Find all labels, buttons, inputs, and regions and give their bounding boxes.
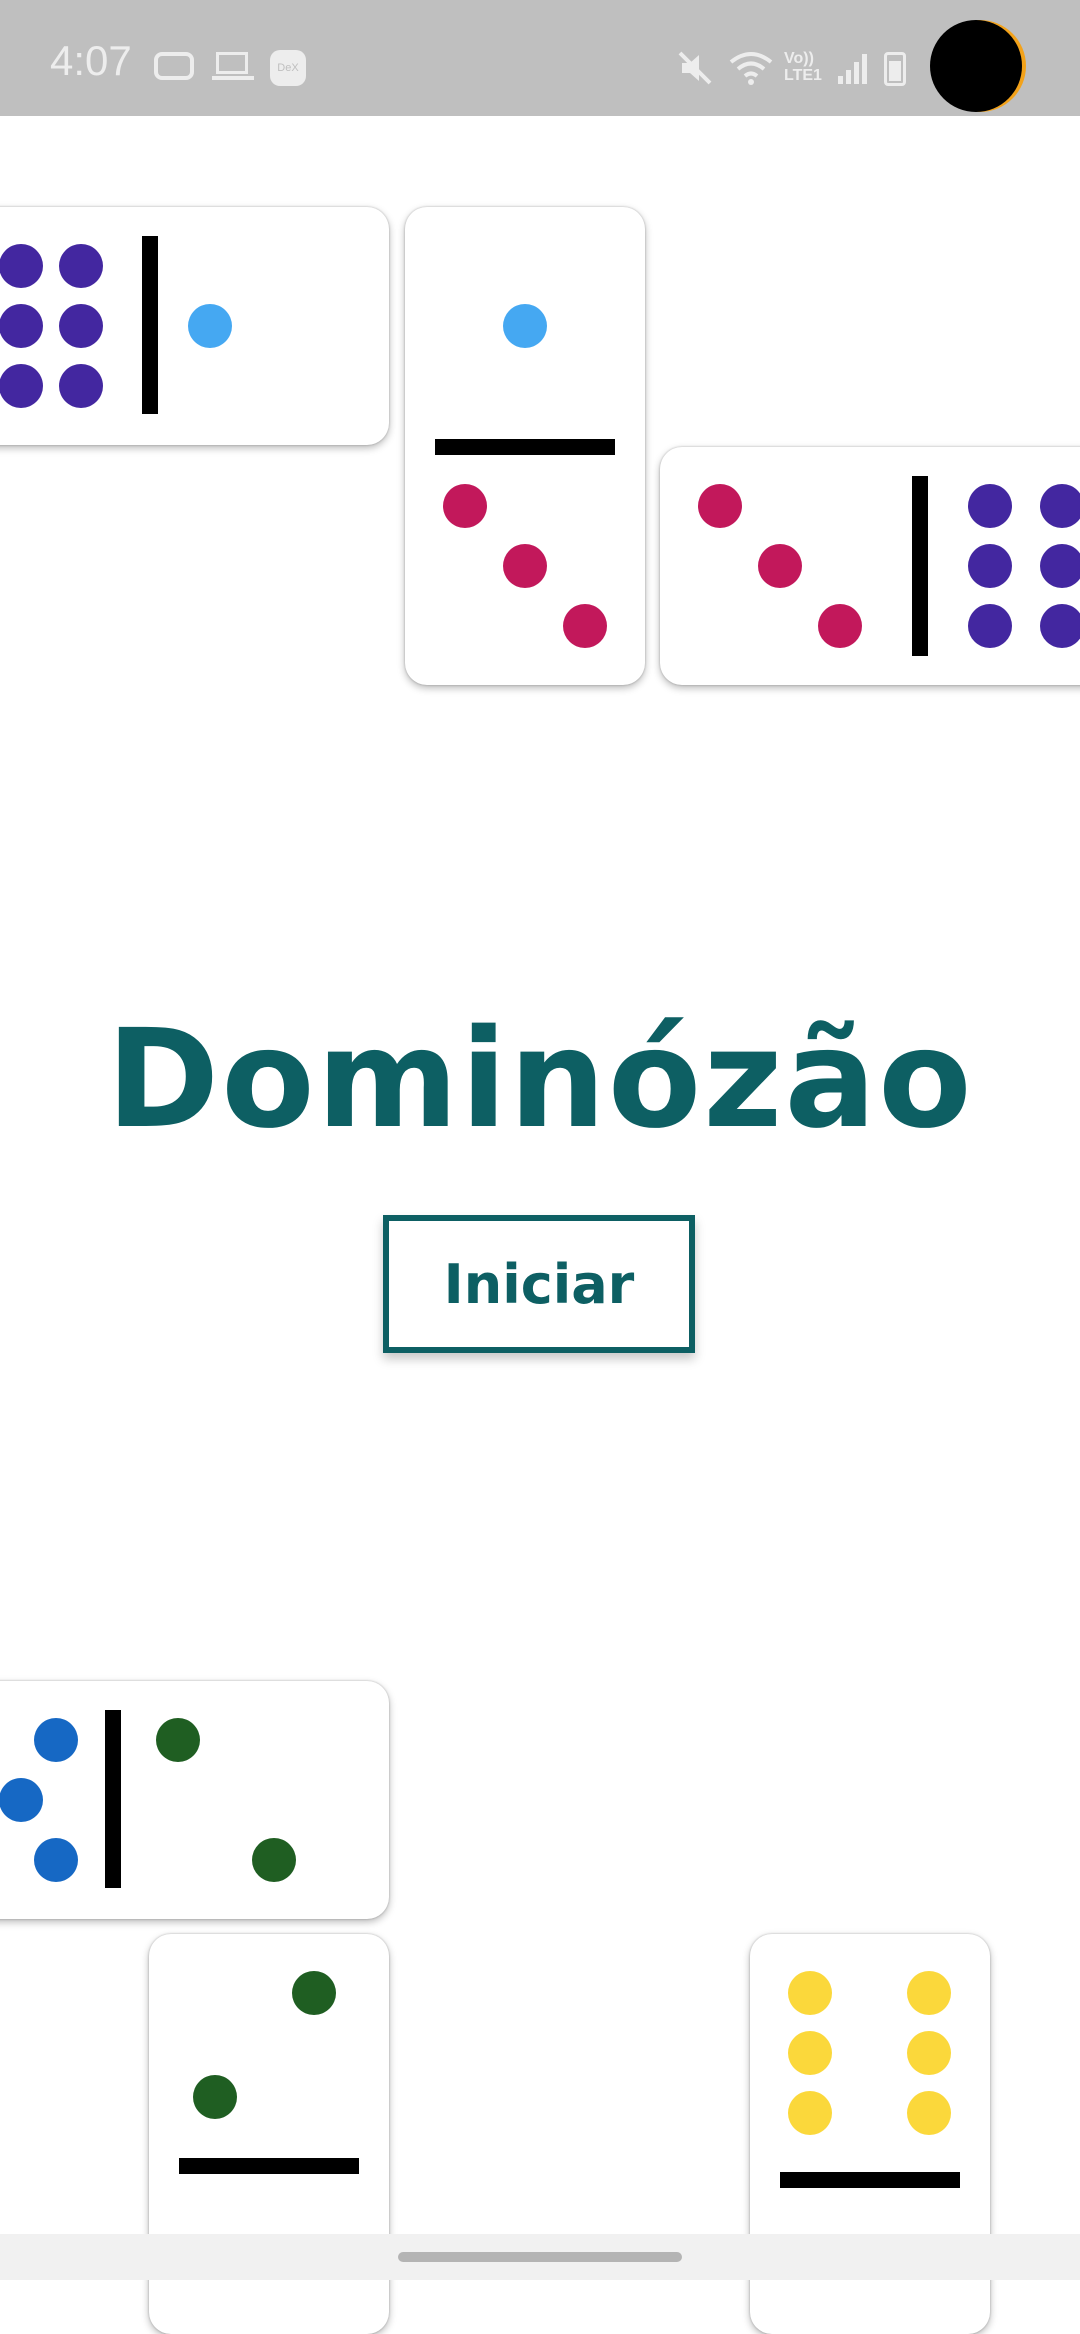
pip	[698, 484, 742, 528]
pip	[59, 244, 103, 288]
domino-divider	[142, 236, 158, 414]
domino-1-3	[405, 207, 645, 685]
pip	[907, 2091, 951, 2135]
domino-6-1	[0, 207, 389, 445]
signal-icon	[836, 50, 872, 86]
pip	[503, 544, 547, 588]
voicemail-icon	[154, 52, 194, 80]
pip	[156, 1718, 200, 1762]
pip	[0, 244, 43, 288]
pip	[1040, 484, 1080, 528]
domino-divider	[179, 2158, 359, 2174]
volte-icon: Vo)) LTE1	[784, 50, 822, 84]
pip	[34, 1838, 78, 1882]
pip	[59, 364, 103, 408]
pip	[788, 2091, 832, 2135]
domino-3-6	[660, 447, 1080, 685]
domino-divider	[912, 476, 928, 656]
pip	[59, 304, 103, 348]
wifi-icon	[728, 50, 774, 86]
home-gesture-handle[interactable]	[398, 2252, 682, 2262]
pip	[968, 544, 1012, 588]
dex-icon: DeX	[270, 50, 306, 86]
pip	[503, 304, 547, 348]
pip	[788, 1971, 832, 2015]
pip	[292, 1971, 336, 2015]
camera-cutout	[930, 20, 1022, 112]
pip	[0, 364, 43, 408]
domino-divider	[780, 2172, 960, 2188]
laptop-icon	[212, 50, 254, 86]
pip	[0, 304, 43, 348]
pip	[1040, 604, 1080, 648]
pip	[193, 2075, 237, 2119]
pip	[252, 1838, 296, 1882]
pip	[818, 604, 862, 648]
pip	[968, 604, 1012, 648]
status-bar: 4:07 DeX Vo)) LTE1	[0, 0, 1080, 116]
pip	[0, 1778, 43, 1822]
pip	[34, 1718, 78, 1762]
domino-divider	[105, 1710, 121, 1888]
domino-divider	[435, 439, 615, 455]
pip	[968, 484, 1012, 528]
pip	[907, 2031, 951, 2075]
start-button[interactable]: Iniciar	[383, 1215, 695, 1353]
domino-3-2	[0, 1681, 389, 1919]
app-title: Dominózão	[106, 1001, 974, 1159]
pip	[907, 1971, 951, 2015]
pip	[788, 2031, 832, 2075]
status-time: 4:07	[50, 37, 132, 84]
pip	[563, 604, 607, 648]
mute-icon	[676, 50, 716, 86]
pip	[443, 484, 487, 528]
pip	[758, 544, 802, 588]
pip	[188, 304, 232, 348]
pip	[1040, 544, 1080, 588]
battery-icon	[884, 52, 906, 86]
